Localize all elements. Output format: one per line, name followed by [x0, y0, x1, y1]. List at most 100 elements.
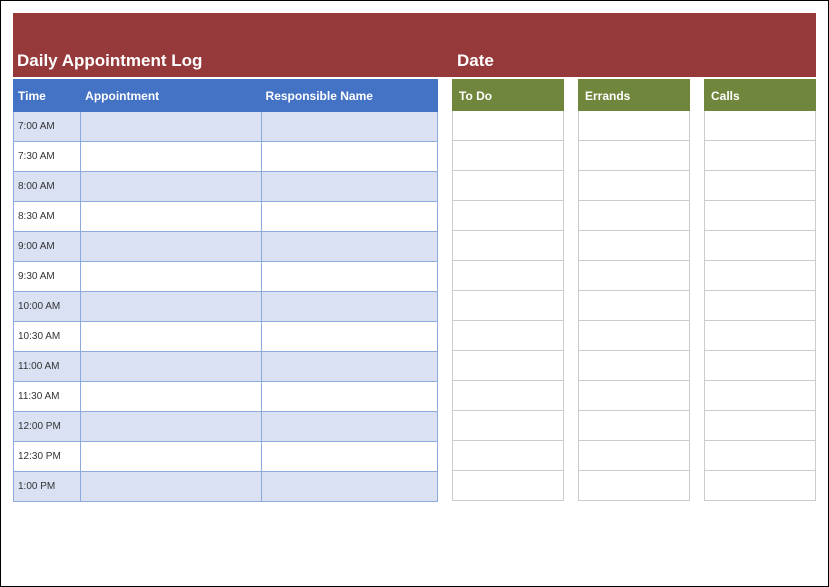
side-cell[interactable]	[578, 261, 690, 291]
table-row: 1:00 PM	[14, 472, 438, 502]
appointment-cell[interactable]	[81, 112, 261, 142]
side-cell[interactable]	[578, 201, 690, 231]
time-cell[interactable]: 12:00 PM	[14, 412, 81, 442]
appointment-cell[interactable]	[81, 142, 261, 172]
responsible-cell[interactable]	[261, 412, 437, 442]
header-appointment: Appointment	[81, 80, 261, 112]
side-cell[interactable]	[704, 111, 816, 141]
side-cell[interactable]	[704, 261, 816, 291]
side-cell[interactable]	[704, 351, 816, 381]
appointments-table: Time Appointment Responsible Name 7:00 A…	[13, 79, 438, 502]
time-cell[interactable]: 11:00 AM	[14, 352, 81, 382]
side-cell[interactable]	[452, 411, 564, 441]
header-time: Time	[14, 80, 81, 112]
table-row: 7:30 AM	[14, 142, 438, 172]
side-cell[interactable]	[452, 171, 564, 201]
side-cell[interactable]	[578, 291, 690, 321]
appointment-cell[interactable]	[81, 352, 261, 382]
time-cell[interactable]: 9:30 AM	[14, 262, 81, 292]
side-cell[interactable]	[452, 201, 564, 231]
appointment-cell[interactable]	[81, 292, 261, 322]
side-cell[interactable]	[452, 231, 564, 261]
time-cell[interactable]: 9:00 AM	[14, 232, 81, 262]
side-cell[interactable]	[704, 411, 816, 441]
side-cell[interactable]	[452, 291, 564, 321]
appointment-cell[interactable]	[81, 382, 261, 412]
time-cell[interactable]: 10:30 AM	[14, 322, 81, 352]
table-row: 9:00 AM	[14, 232, 438, 262]
side-cell[interactable]	[452, 381, 564, 411]
appointment-cell[interactable]	[81, 202, 261, 232]
responsible-cell[interactable]	[261, 292, 437, 322]
responsible-cell[interactable]	[261, 382, 437, 412]
side-cell[interactable]	[704, 201, 816, 231]
side-column-header: Errands	[578, 79, 690, 111]
appointment-cell[interactable]	[81, 472, 261, 502]
time-cell[interactable]: 8:00 AM	[14, 172, 81, 202]
appointment-cell[interactable]	[81, 232, 261, 262]
side-cell[interactable]	[578, 441, 690, 471]
side-column-header: To Do	[452, 79, 564, 111]
side-cell[interactable]	[452, 141, 564, 171]
responsible-cell[interactable]	[261, 112, 437, 142]
side-cell[interactable]	[452, 471, 564, 501]
side-cell[interactable]	[578, 111, 690, 141]
side-cell[interactable]	[578, 351, 690, 381]
side-column: To Do	[452, 79, 564, 502]
responsible-cell[interactable]	[261, 262, 437, 292]
side-cell[interactable]	[704, 321, 816, 351]
responsible-cell[interactable]	[261, 172, 437, 202]
header-responsible: Responsible Name	[261, 80, 437, 112]
side-cell[interactable]	[578, 231, 690, 261]
appointment-cell[interactable]	[81, 262, 261, 292]
responsible-cell[interactable]	[261, 442, 437, 472]
side-cell[interactable]	[578, 381, 690, 411]
table-row: 10:00 AM	[14, 292, 438, 322]
appointment-cell[interactable]	[81, 412, 261, 442]
side-cell[interactable]	[704, 171, 816, 201]
table-row: 10:30 AM	[14, 322, 438, 352]
table-row: 12:30 PM	[14, 442, 438, 472]
time-cell[interactable]: 7:00 AM	[14, 112, 81, 142]
side-cell[interactable]	[578, 471, 690, 501]
side-cell[interactable]	[578, 141, 690, 171]
appointment-cell[interactable]	[81, 172, 261, 202]
responsible-cell[interactable]	[261, 142, 437, 172]
side-cell[interactable]	[704, 381, 816, 411]
responsible-cell[interactable]	[261, 232, 437, 262]
side-cell[interactable]	[704, 141, 816, 171]
side-cell[interactable]	[704, 231, 816, 261]
document-page: Daily Appointment Log Date Time Appointm…	[0, 0, 829, 587]
time-cell[interactable]: 12:30 PM	[14, 442, 81, 472]
side-cell[interactable]	[704, 441, 816, 471]
time-cell[interactable]: 10:00 AM	[14, 292, 81, 322]
responsible-cell[interactable]	[261, 202, 437, 232]
appointment-cell[interactable]	[81, 442, 261, 472]
responsible-cell[interactable]	[261, 322, 437, 352]
responsible-cell[interactable]	[261, 472, 437, 502]
side-cell[interactable]	[452, 351, 564, 381]
time-cell[interactable]: 8:30 AM	[14, 202, 81, 232]
side-cell[interactable]	[578, 411, 690, 441]
side-cell[interactable]	[452, 111, 564, 141]
side-cell[interactable]	[578, 171, 690, 201]
side-cell[interactable]	[452, 261, 564, 291]
page-title: Daily Appointment Log	[17, 51, 202, 71]
side-cell[interactable]	[452, 441, 564, 471]
time-cell[interactable]: 1:00 PM	[14, 472, 81, 502]
side-lists: To Do Errands Calls	[452, 79, 816, 502]
date-label: Date	[457, 51, 494, 71]
side-cell[interactable]	[704, 471, 816, 501]
side-column: Errands	[578, 79, 690, 502]
appointments-header-row: Time Appointment Responsible Name	[14, 80, 438, 112]
side-cell[interactable]	[704, 291, 816, 321]
table-row: 8:00 AM	[14, 172, 438, 202]
side-cell[interactable]	[578, 321, 690, 351]
table-row: 12:00 PM	[14, 412, 438, 442]
appointment-cell[interactable]	[81, 322, 261, 352]
side-cell[interactable]	[452, 321, 564, 351]
time-cell[interactable]: 7:30 AM	[14, 142, 81, 172]
side-column-header: Calls	[704, 79, 816, 111]
responsible-cell[interactable]	[261, 352, 437, 382]
time-cell[interactable]: 11:30 AM	[14, 382, 81, 412]
